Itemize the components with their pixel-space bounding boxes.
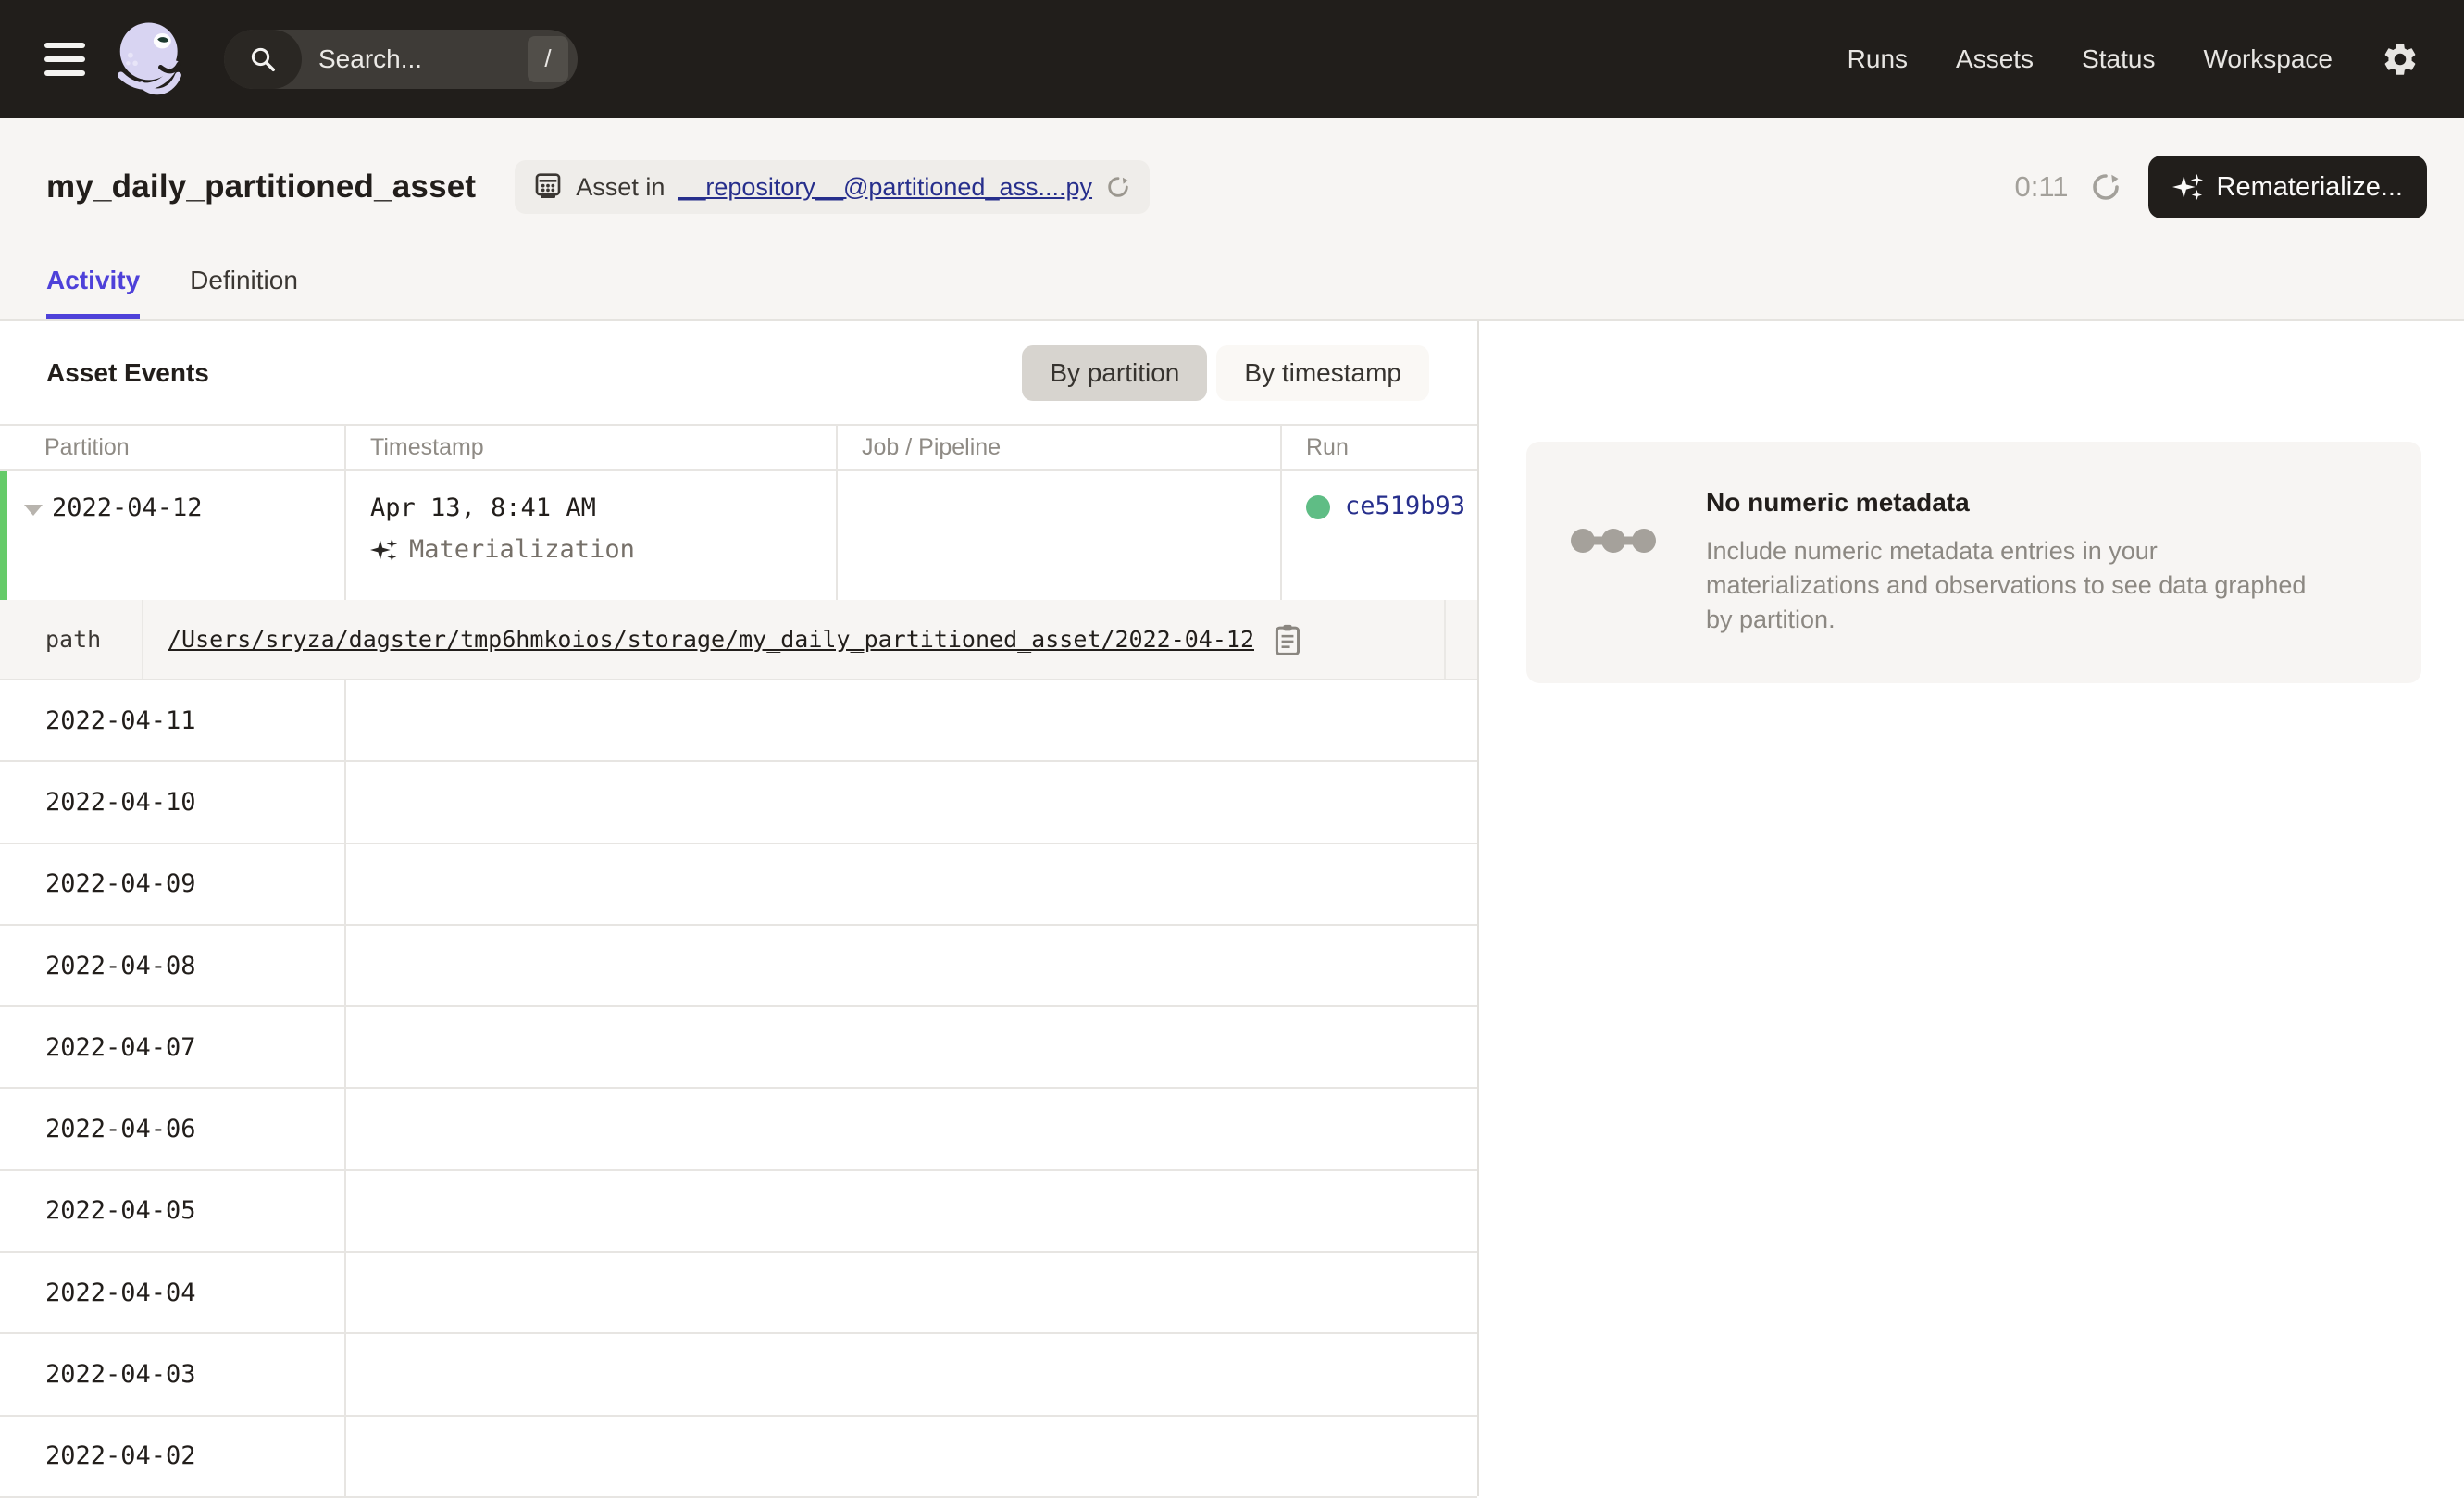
nav-link-assets[interactable]: Assets [1956, 44, 2034, 74]
partition-label[interactable]: 2022-04-08 [0, 926, 346, 1005]
run-id-link[interactable]: ce519b93 [1345, 492, 1465, 520]
partition-metadata-panel: No numeric metadata Include numeric meta… [1479, 321, 2464, 1496]
rematerialize-button[interactable]: Rematerialize... [2148, 156, 2427, 218]
nav-links: Runs Assets Status Workspace [1848, 44, 2333, 74]
column-header-run: Run [1282, 426, 1477, 469]
metadata-key: path [0, 600, 143, 679]
refresh-timer: 0:11 [2014, 170, 2068, 204]
tab-definition[interactable]: Definition [190, 266, 298, 319]
materialization-sparkle-icon [370, 536, 398, 564]
partition-label[interactable]: 2022-04-11 [0, 680, 346, 760]
table-row-selected-partition[interactable]: 2022-04-12 Apr 13, 8:41 AM Materializati… [0, 471, 1477, 600]
search-shortcut-key: / [528, 36, 568, 82]
partition-label[interactable]: 2022-04-09 [0, 844, 346, 924]
nav-link-runs[interactable]: Runs [1848, 44, 1908, 74]
nav-link-workspace[interactable]: Workspace [2203, 44, 2333, 74]
table-row[interactable]: 2022-04-07 [0, 1007, 1477, 1089]
partition-label[interactable]: 2022-04-07 [0, 1007, 346, 1087]
partition-label[interactable]: 2022-04-03 [0, 1334, 346, 1414]
no-numeric-metadata-card: No numeric metadata Include numeric meta… [1526, 442, 2421, 683]
empty-state-title: No numeric metadata [1706, 488, 2306, 518]
asset-badge-prefix: Asset in [576, 173, 665, 202]
search-input[interactable]: Search... / [224, 30, 578, 89]
collapse-chevron-icon[interactable] [24, 505, 43, 516]
partition-label: 2022-04-12 [52, 493, 203, 522]
menu-icon[interactable] [44, 43, 85, 76]
partition-label[interactable]: 2022-04-02 [0, 1417, 346, 1496]
asset-origin-badge: Asset in __repository__@partitioned_ass.… [515, 160, 1150, 214]
event-timestamp: Apr 13, 8:41 AM [370, 493, 836, 522]
table-row[interactable]: 2022-04-08 [0, 926, 1477, 1007]
partition-label[interactable]: 2022-04-10 [0, 762, 346, 842]
by-partition-toggle[interactable]: By partition [1022, 345, 1207, 401]
table-row[interactable]: 2022-04-06 [0, 1089, 1477, 1170]
asset-page-header: my_daily_partitioned_asset Asset in __re… [0, 118, 2464, 321]
copy-to-clipboard-icon[interactable] [1273, 623, 1302, 656]
by-timestamp-toggle[interactable]: By timestamp [1216, 345, 1429, 401]
top-nav: Search... / Runs Assets Status Workspace [0, 0, 2464, 118]
tab-activity[interactable]: Activity [46, 266, 140, 319]
nav-link-status[interactable]: Status [2082, 44, 2155, 74]
table-row[interactable]: 2022-04-04 [0, 1253, 1477, 1334]
page-title: my_daily_partitioned_asset [46, 169, 476, 206]
table-row[interactable]: 2022-04-10 [0, 762, 1477, 843]
column-header-partition: Partition [0, 426, 346, 469]
column-header-job-pipeline: Job / Pipeline [838, 426, 1282, 469]
table-row[interactable]: 2022-04-03 [0, 1334, 1477, 1416]
metadata-path-row: path /Users/sryza/dagster/tmp6hmkoios/st… [0, 600, 1477, 680]
run-status-dot [1306, 495, 1330, 519]
rematerialize-label: Rematerialize... [2217, 172, 2403, 203]
asset-tabs: Activity Definition [46, 266, 298, 319]
partition-label[interactable]: 2022-04-06 [0, 1089, 346, 1168]
refresh-icon[interactable] [2089, 170, 2122, 204]
search-icon [224, 30, 302, 89]
empty-state-body: Include numeric metadata entries in your… [1706, 534, 2306, 637]
event-type-label: Materialization [409, 535, 635, 564]
partition-label[interactable]: 2022-04-04 [0, 1253, 346, 1332]
search-placeholder: Search... [318, 44, 528, 74]
metadata-path-link[interactable]: /Users/sryza/dagster/tmp6hmkoios/storage… [168, 626, 1254, 653]
materialize-sparkle-icon [2172, 171, 2204, 203]
job-pipeline-cell-empty [838, 471, 1282, 600]
asset-events-heading: Asset Events [46, 358, 209, 388]
graphed-data-icon [1571, 525, 1656, 556]
partition-label[interactable]: 2022-04-05 [0, 1171, 346, 1251]
dagster-logo[interactable] [113, 17, 193, 102]
repository-icon [533, 173, 563, 201]
table-row[interactable]: 2022-04-11 [0, 680, 1477, 762]
repository-link[interactable]: __repository__@partitioned_ass....py [678, 173, 1092, 202]
column-header-timestamp: Timestamp [346, 426, 838, 469]
table-row[interactable]: 2022-04-02 [0, 1417, 1477, 1498]
events-table-header: Partition Timestamp Job / Pipeline Run [0, 424, 1477, 471]
asset-events-section: Asset Events By partition By timestamp P… [0, 321, 1479, 1496]
reload-repository-icon[interactable] [1105, 174, 1131, 200]
table-row[interactable]: 2022-04-09 [0, 844, 1477, 926]
settings-gear-icon[interactable] [2381, 40, 2420, 79]
table-row[interactable]: 2022-04-05 [0, 1171, 1477, 1253]
